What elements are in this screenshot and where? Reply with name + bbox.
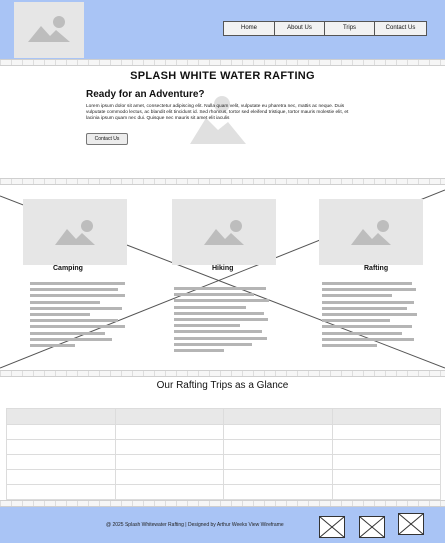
card-title-camping: Camping [53,265,83,272]
nav-trips[interactable]: Trips [325,22,375,35]
image-placeholder-icon [204,220,244,245]
card-image [23,199,127,265]
table-row [6,454,441,470]
image-placeholder-icon [28,16,70,42]
nav-contact-us[interactable]: Contact Us [375,22,426,35]
table-row [6,424,441,440]
features-section: Camping Hiking Rafting [0,188,445,369]
hero-section: SPLASH WHITE WATER RAFTING Ready for an … [0,66,445,176]
nav-home[interactable]: Home [224,22,275,35]
contact-us-button[interactable]: Contact Us [86,133,128,145]
nav-about-us[interactable]: About Us [275,22,325,35]
card-text-camping [30,282,125,350]
social-icon-placeholder[interactable] [319,516,345,538]
footer-copyright: @ 2025 Splash Whitewater Rafting | Desig… [106,522,284,528]
card-text-rafting [322,282,417,350]
table-row [6,484,441,500]
feature-card-rafting [319,199,423,265]
logo-placeholder[interactable] [14,2,84,58]
card-title-hiking: Hiking [212,265,234,272]
trips-table [6,408,441,500]
feature-card-camping [23,199,127,265]
table-row [6,439,441,455]
social-icon-placeholder[interactable] [398,513,424,535]
header: Home About Us Trips Contact Us [0,0,445,59]
image-placeholder-icon [351,220,391,245]
image-placeholder-icon [55,220,95,245]
card-image [172,199,276,265]
divider [0,370,445,377]
table-header-row [6,408,441,425]
card-title-rafting: Rafting [364,265,389,272]
divider [0,500,445,507]
trips-section-title: Our Rafting Trips as a Glance [156,380,289,391]
feature-card-hiking [172,199,276,265]
divider [0,59,445,66]
social-icon-placeholder[interactable] [359,516,385,538]
divider [0,178,445,185]
main-nav: Home About Us Trips Contact Us [223,21,427,36]
table-row [6,469,441,485]
footer: @ 2025 Splash Whitewater Rafting | Desig… [0,507,445,543]
hero-heading: Ready for an Adventure? [86,89,205,100]
hero-body-text: Lorem ipsum dolor sit amet, consectetur … [86,104,349,122]
page-title: SPLASH WHITE WATER RAFTING [130,70,315,82]
card-image [319,199,423,265]
card-text-hiking [174,287,269,355]
